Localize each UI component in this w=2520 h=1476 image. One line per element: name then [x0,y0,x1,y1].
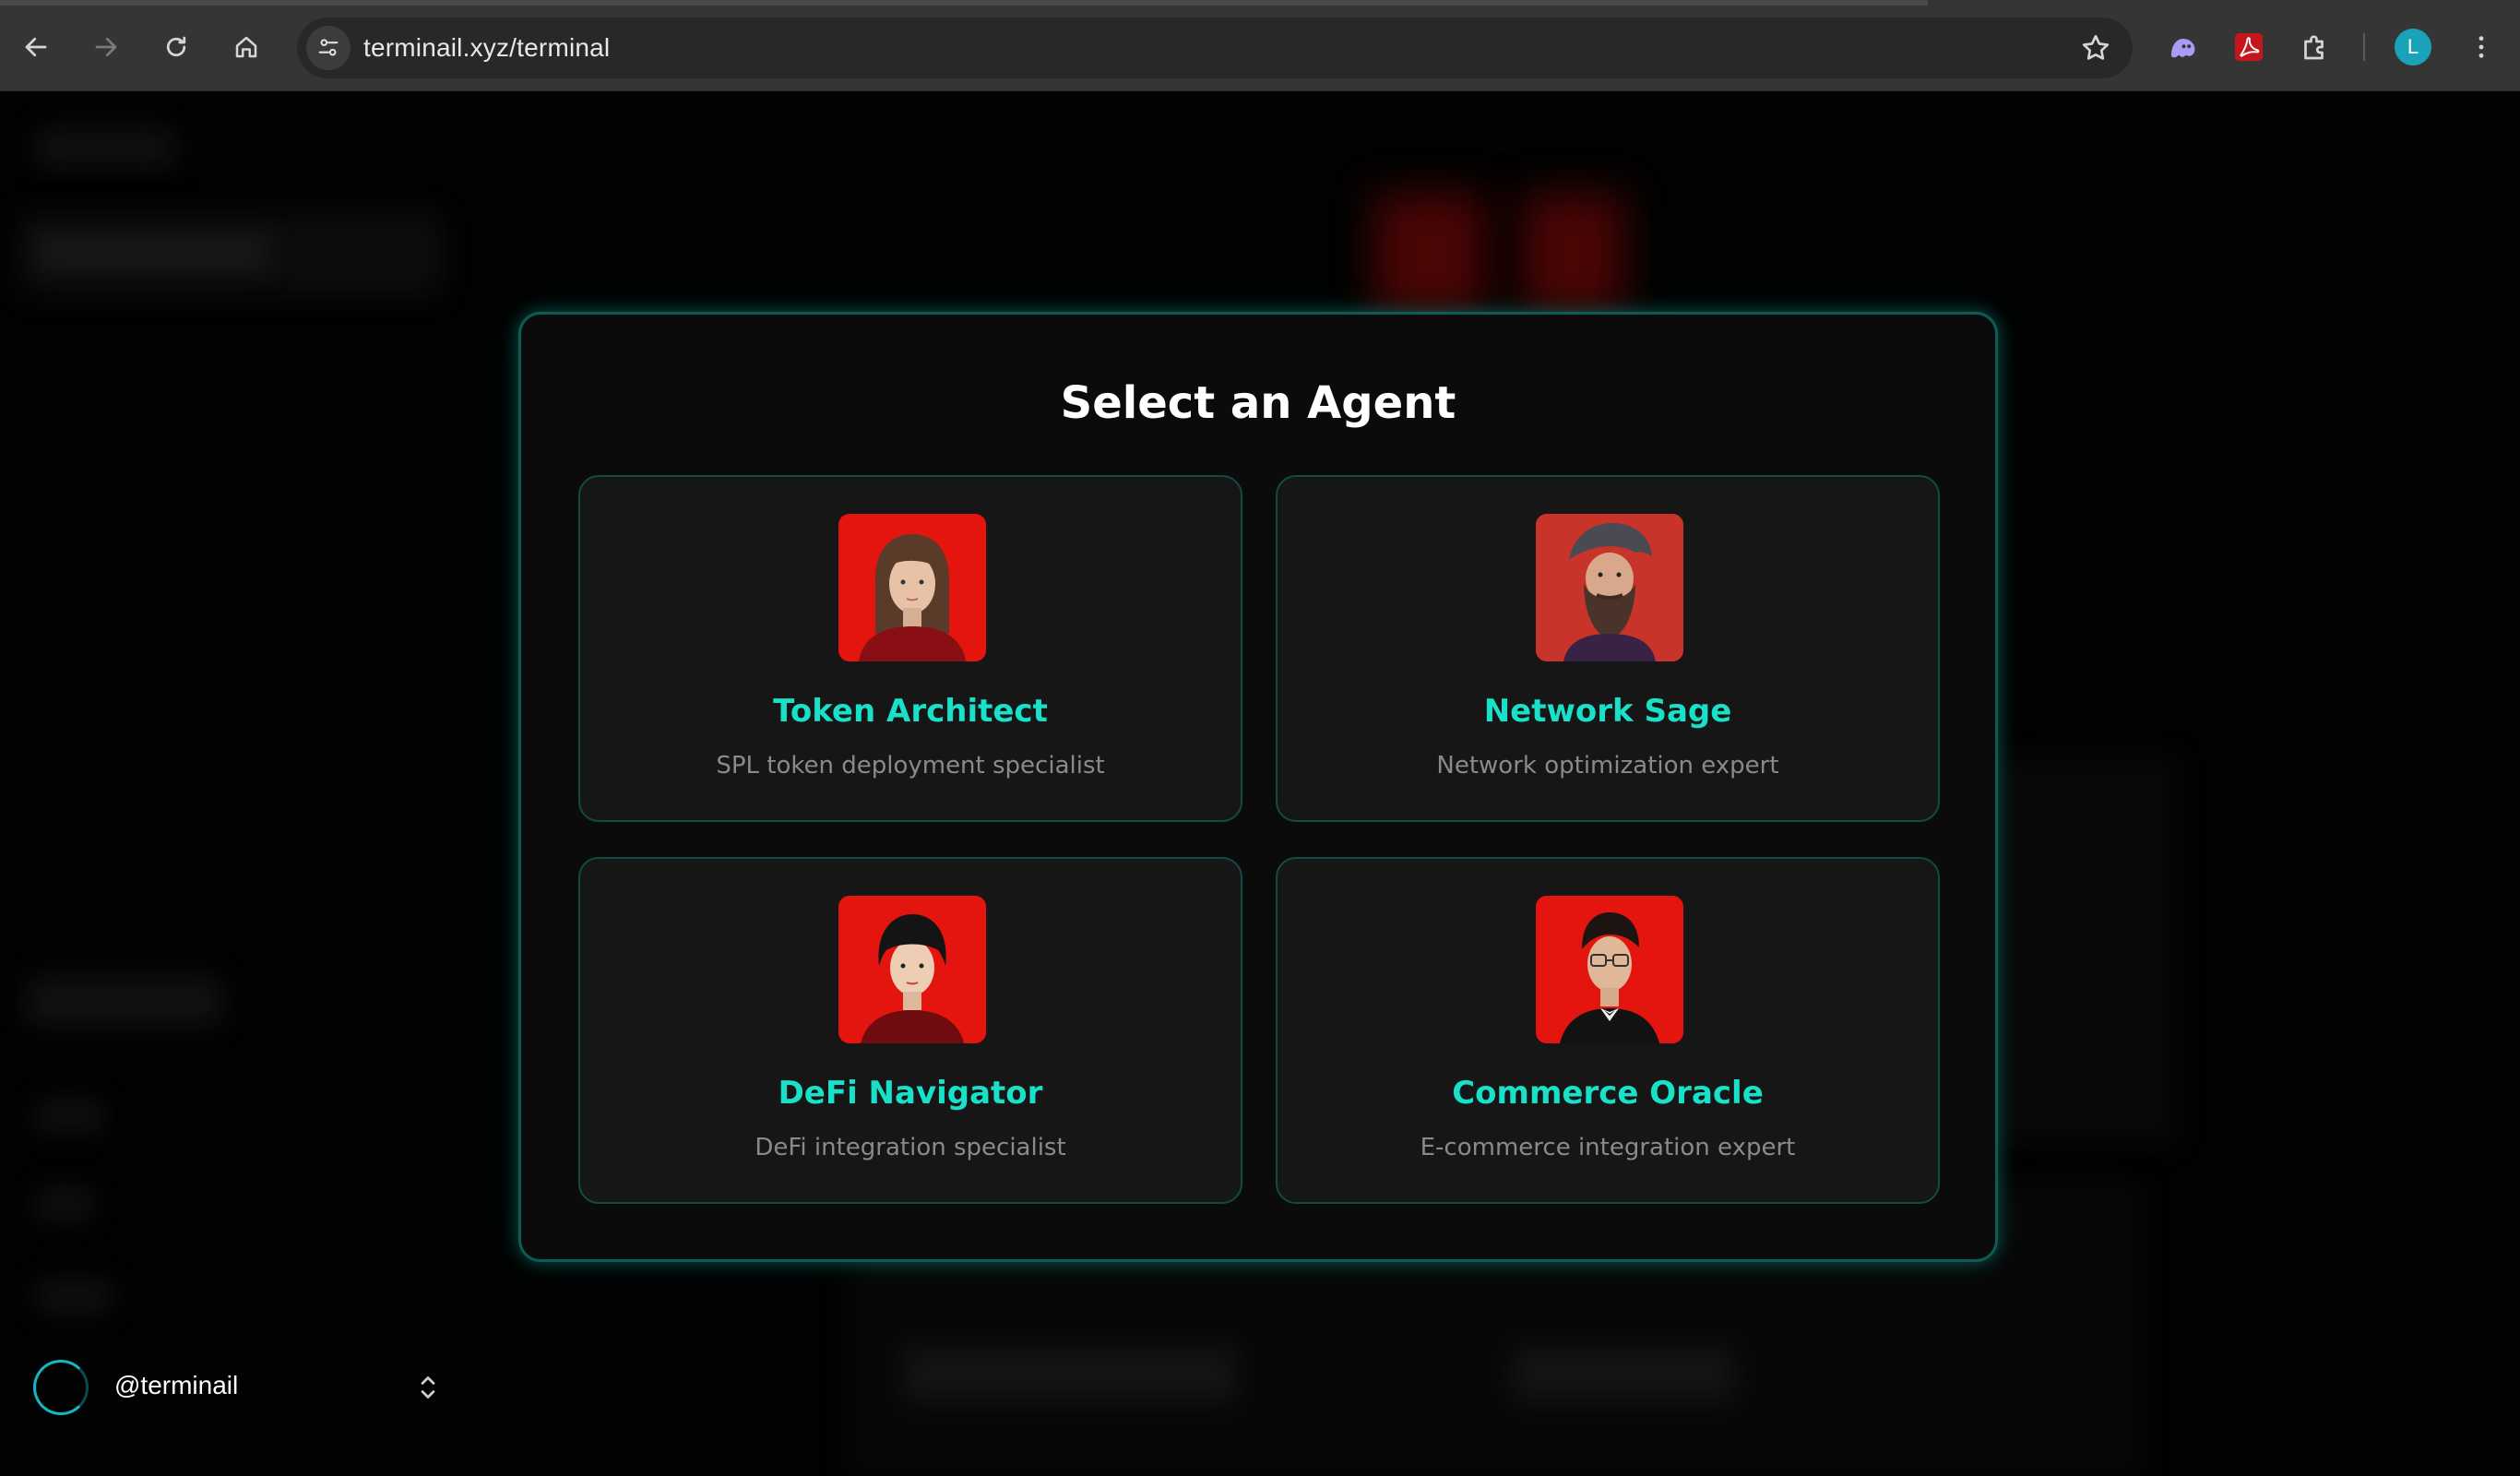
home-button[interactable] [225,26,267,68]
agent-avatar [838,514,986,661]
profile-avatar[interactable]: L [2395,29,2431,65]
blurred-panel [1992,756,2177,1144]
tab-strip-edge [0,0,1928,6]
avatar [33,1360,89,1415]
blurred-avatar [1374,194,1485,314]
blurred-suggestion [1513,1347,1734,1402]
agent-avatar [1536,514,1683,661]
agent-name: Commerce Oracle [1452,1075,1764,1112]
agent-name: DeFi Navigator [778,1075,1043,1112]
bearded-man-portrait-icon [1536,514,1683,661]
forward-button[interactable] [85,26,127,68]
toolbar-divider [2363,33,2365,61]
agent-card-network-sage[interactable]: Network Sage Network optimization expert [1276,475,1940,822]
ghost-extension-button[interactable] [2162,27,2203,67]
agent-avatar [1536,896,1683,1043]
woman-portrait-icon [838,514,986,661]
agent-description: E-commerce integration expert [1420,1134,1796,1161]
star-icon[interactable] [2079,31,2112,65]
blurred-item [37,1190,92,1218]
puzzle-icon [2304,35,2324,60]
agent-description: DeFi integration specialist [755,1134,1066,1161]
url-text[interactable]: terminail.xyz/terminal [363,33,610,63]
blurred-item [37,1282,111,1310]
extensions-button[interactable] [2295,27,2336,67]
woman-portrait-icon [838,896,986,1043]
chevron-updown-icon[interactable] [411,1369,445,1406]
forward-arrow-icon [95,37,117,57]
blurred-item [37,1102,101,1130]
blurred-logo [37,129,175,166]
agent-card-commerce-oracle[interactable]: Commerce Oracle E-commerce integration e… [1276,857,1940,1204]
agent-select-modal: Select an Agent Token Architect SPL toke… [518,312,1998,1262]
agent-description: Network optimization expert [1436,752,1779,780]
agent-card-token-architect[interactable]: Token Architect SPL token deployment spe… [578,475,1242,822]
blurred-avatar [1522,194,1623,314]
reload-icon [166,36,186,57]
modal-title: Select an Agent [1060,377,1456,429]
agent-card-defi-navigator[interactable]: DeFi Navigator DeFi integration speciali… [578,857,1242,1204]
username: @terminail [114,1371,239,1399]
browser-toolbar: terminail.xyz/terminal L [0,0,2520,91]
agent-name: Token Architect [773,693,1048,730]
pdf-extension-icon [2235,33,2263,61]
agent-avatar [838,896,986,1043]
user-switcher[interactable]: @terminail [33,1358,439,1415]
kebab-menu-icon [2478,36,2484,58]
address-bar[interactable]: terminail.xyz/terminal [297,18,2133,78]
blurred-suggestion [904,1347,1236,1402]
reload-button[interactable] [155,26,197,68]
tune-icon [318,39,339,56]
back-arrow-icon [25,37,47,57]
ghost-extension-icon [2171,39,2195,58]
man-with-glasses-portrait-icon [1536,896,1683,1043]
blurred-section [28,978,221,1024]
agent-description: SPL token deployment specialist [716,752,1105,780]
browser-menu-button[interactable] [2463,29,2500,65]
site-info-button[interactable] [306,26,351,70]
home-icon [235,36,257,58]
agent-name: Network Sage [1483,693,1732,730]
back-button[interactable] [15,26,57,68]
blurred-text [37,235,267,268]
pdf-extension-button[interactable] [2229,27,2269,67]
